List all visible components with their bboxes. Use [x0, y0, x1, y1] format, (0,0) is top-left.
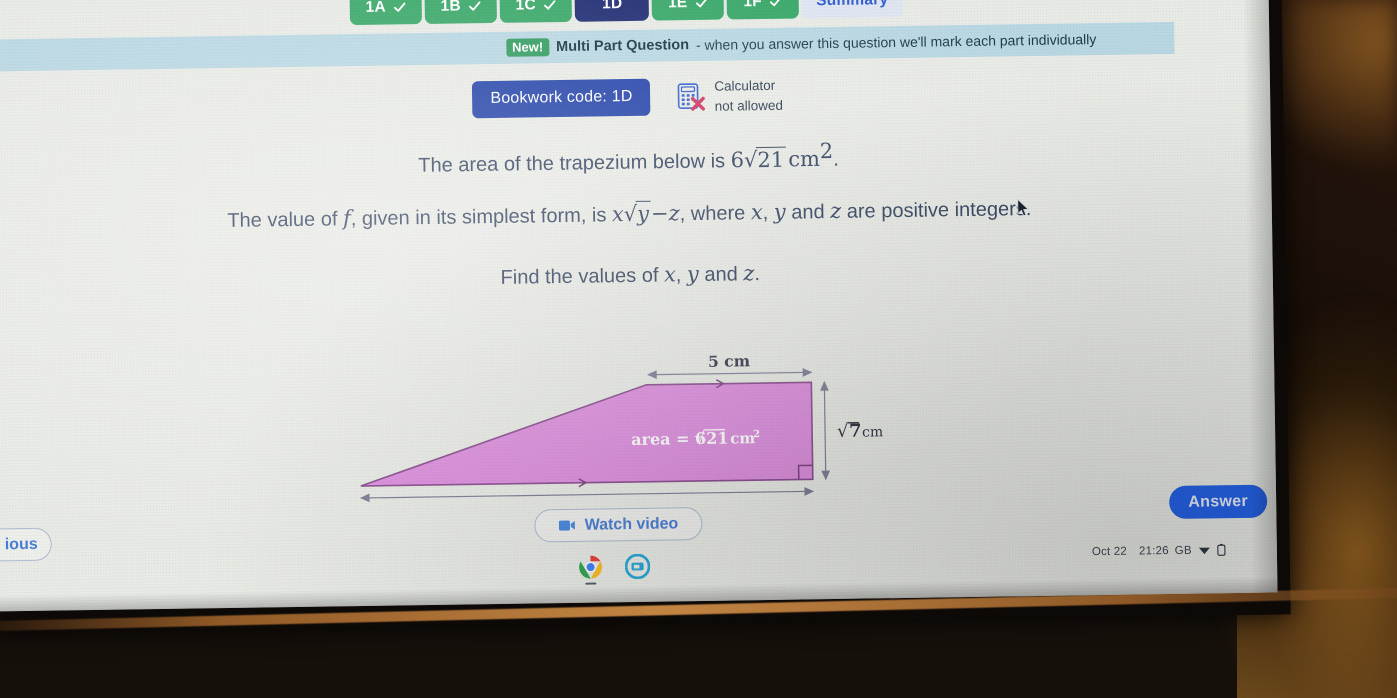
- video-camera-icon: [559, 520, 576, 531]
- chrome-icon[interactable]: [578, 554, 603, 585]
- q2-prefix: The value of: [227, 208, 344, 232]
- q1-radicand: 21: [756, 146, 787, 172]
- calculator-status: Calculator not allowed: [676, 76, 783, 117]
- tab-1d-label: 1D: [601, 0, 623, 13]
- q2-expr-y: y: [635, 200, 652, 226]
- tab-1f-label: 1F: [743, 0, 763, 11]
- calculator-label: Calculator not allowed: [714, 76, 783, 116]
- question-line-2: The value of f, given in its simplest fo…: [0, 192, 1272, 236]
- tab-summary[interactable]: Summary: [801, 0, 903, 19]
- tray-locale[interactable]: GB: [1175, 544, 1192, 556]
- tab-1b[interactable]: 1B: [424, 0, 498, 25]
- q2-expr-z: z: [668, 201, 680, 226]
- q3-var-y: y: [686, 261, 699, 287]
- calculator-not-allowed-icon: [676, 81, 706, 111]
- check-icon: [695, 0, 708, 8]
- tab-1f[interactable]: 1F: [726, 0, 800, 20]
- watch-video-label: Watch video: [584, 514, 679, 534]
- right-dimension-line: [820, 380, 831, 481]
- tab-summary-label: Summary: [816, 0, 889, 10]
- tab-1a-label: 1A: [365, 0, 386, 16]
- bookwork-calculator-row: Bookwork code: 1D Calculator not allowed: [0, 68, 1270, 126]
- tab-1e-label: 1E: [667, 0, 688, 12]
- q1-unit-text: cm: [788, 146, 821, 172]
- q2-and: and: [785, 201, 831, 224]
- check-icon: [469, 1, 481, 11]
- q1-coefficient: 6: [730, 147, 745, 173]
- q3-var-x: x: [663, 262, 676, 287]
- tray-status: 21:26 GB: [1139, 543, 1226, 557]
- q3-prefix: Find the values of: [500, 264, 665, 289]
- calculator-line1: Calculator: [714, 77, 776, 94]
- q2-end: are positive integers.: [841, 198, 1032, 223]
- tab-1c-label: 1C: [515, 0, 536, 14]
- tray-time[interactable]: 21:26: [1139, 545, 1169, 557]
- q2-expr-x: x: [611, 202, 624, 227]
- question-line-3: Find the values of x, y and z.: [0, 253, 1273, 297]
- tab-1c[interactable]: 1C: [499, 0, 573, 23]
- calculator-line2: not allowed: [714, 97, 784, 114]
- photo-of-laptop-screen: 1A 1B 1C 1D 1E 1F Summary New! Multi Par…: [0, 0, 1397, 698]
- new-badge: New!: [505, 38, 550, 57]
- system-tray: Oct 22 21:26 GB: [1092, 543, 1226, 558]
- taskbar: [578, 553, 651, 585]
- q2-comma: ,: [762, 201, 774, 225]
- svg-text:√: √: [694, 428, 706, 449]
- check-icon: [770, 0, 782, 7]
- app-icon[interactable]: [624, 553, 651, 580]
- q2-var-x: x: [750, 200, 763, 225]
- banner-title: Multi Part Question: [556, 37, 690, 56]
- wifi-icon[interactable]: [1198, 544, 1211, 555]
- q2-var-y: y: [773, 199, 786, 224]
- tab-1d-active[interactable]: 1D: [574, 0, 650, 22]
- q2-minus: −: [650, 201, 669, 226]
- q3-var-z: z: [743, 261, 755, 286]
- q3-comma: ,: [675, 264, 688, 287]
- mouse-cursor: [1017, 198, 1030, 217]
- battery-icon[interactable]: [1217, 543, 1226, 556]
- watch-video-button[interactable]: Watch video: [534, 506, 703, 543]
- q2-mid: , given in its simplest form, is: [350, 204, 613, 231]
- tray-date[interactable]: Oct 22: [1092, 545, 1127, 558]
- tab-1b-label: 1B: [440, 0, 461, 15]
- bottom-dimension-line: [359, 487, 815, 503]
- tab-1e[interactable]: 1E: [651, 0, 725, 21]
- svg-text:cm: cm: [730, 429, 755, 447]
- question-line-1: The area of the trapezium below is 6√21 …: [0, 132, 1271, 184]
- check-icon: [544, 0, 556, 10]
- right-dimension-label: √ 7 cm: [837, 421, 883, 442]
- svg-text:2: 2: [753, 429, 760, 440]
- screen-content: 1A 1B 1C 1D 1E 1F Summary New! Multi Par…: [0, 0, 1278, 612]
- q1-unit-exponent: 2: [819, 138, 834, 164]
- top-dimension-label: 5 cm: [708, 353, 751, 371]
- previous-button[interactable]: ious: [0, 527, 52, 563]
- svg-text:21: 21: [706, 429, 729, 448]
- bookwork-code-button[interactable]: Bookwork code: 1D: [472, 78, 651, 119]
- q3-end: .: [754, 263, 761, 286]
- q3-and: and: [698, 263, 744, 286]
- q1-end: .: [833, 148, 840, 171]
- svg-text:7: 7: [849, 421, 862, 442]
- svg-text:cm: cm: [862, 424, 883, 440]
- active-app-indicator: [585, 582, 597, 585]
- banner-description: - when you answer this question we'll ma…: [695, 31, 1097, 53]
- trapezium-diagram: 5 cm √ 7 cm area = 6 √ 21 cm 2: [341, 351, 903, 511]
- q1-prefix: The area of the trapezium below is: [418, 150, 731, 177]
- area-label: area = 6 √ 21 cm 2: [631, 428, 760, 449]
- q2-post: , where: [679, 202, 752, 226]
- tab-1a[interactable]: 1A: [349, 0, 423, 26]
- check-icon: [394, 2, 406, 12]
- svg-text:√: √: [837, 421, 849, 442]
